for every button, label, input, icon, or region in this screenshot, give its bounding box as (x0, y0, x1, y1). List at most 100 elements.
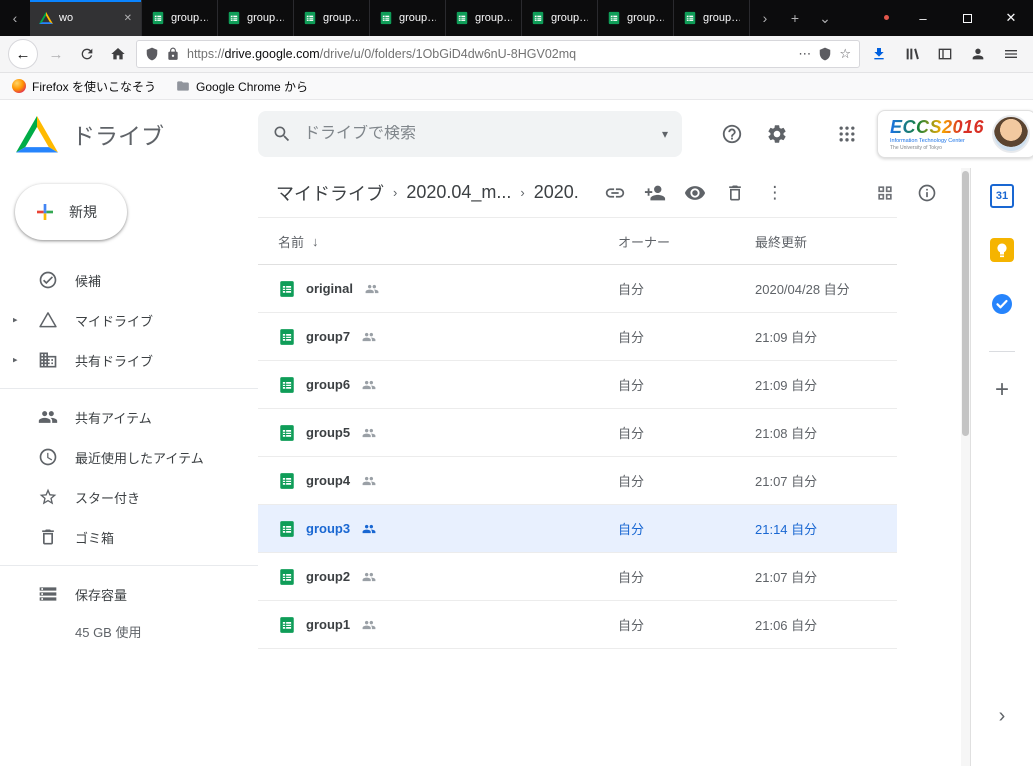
tab-group-spreadsheet[interactable]: group… (598, 0, 674, 36)
expand-panel-chevron-icon[interactable]: › (999, 705, 1006, 728)
tab-active-drive[interactable]: wo ✕ (30, 0, 142, 36)
file-list: 名前 ↓ オーナー 最終更新 original 自分 2020/04/28 自分 (258, 217, 897, 649)
sidebar-item-priority[interactable]: 候補 (0, 260, 258, 300)
tab-group-spreadsheet[interactable]: group… (522, 0, 598, 36)
breadcrumb-my-drive[interactable]: マイドライブ (276, 180, 384, 206)
companion-rail: 31 + › (970, 168, 1033, 766)
sidebar-item-starred[interactable]: スター付き (0, 477, 258, 517)
sidebar-item-trash[interactable]: ゴミ箱 (0, 517, 258, 557)
new-button[interactable]: 新規 (15, 184, 127, 240)
column-owner[interactable]: オーナー (618, 232, 755, 251)
expand-arrow-icon[interactable]: ▸ (13, 355, 18, 366)
column-modified[interactable]: 最終更新 (755, 232, 897, 251)
https-lock-icon[interactable] (166, 47, 180, 61)
bookmark-star-icon[interactable]: ☆ (839, 46, 851, 62)
sidebar-item-storage[interactable]: 保存容量 (0, 574, 258, 614)
file-row[interactable]: group6 自分 21:09 自分 (258, 361, 897, 409)
tab-group-spreadsheet[interactable]: group… (446, 0, 522, 36)
delete-trash-icon[interactable] (717, 175, 753, 211)
file-row[interactable]: group7 自分 21:09 自分 (258, 313, 897, 361)
settings-gear-icon[interactable] (757, 114, 797, 154)
sidebar-label: スター付き (75, 488, 140, 507)
account-badge[interactable]: ECCS2016 Information Technology Center T… (877, 110, 1033, 158)
file-name: group6 (306, 377, 350, 392)
sidebar-item-my-drive[interactable]: ▸ マイドライブ (0, 300, 258, 340)
forward-button[interactable]: → (43, 41, 69, 67)
tasks-icon[interactable] (989, 291, 1015, 317)
page-actions-dots-icon[interactable]: ⋯ (798, 46, 811, 62)
breadcrumb-current-folder[interactable]: 2020. (534, 182, 579, 203)
tab-group-spreadsheet[interactable]: group… (218, 0, 294, 36)
list-header-row: 名前 ↓ オーナー 最終更新 (258, 217, 897, 265)
home-button[interactable] (105, 41, 131, 67)
maximize-button[interactable] (945, 0, 989, 36)
drive-logo[interactable]: ドライブ (16, 116, 258, 153)
downloads-icon[interactable] (867, 41, 891, 67)
expand-arrow-icon[interactable]: ▸ (13, 315, 18, 326)
new-tab-button[interactable]: + (780, 0, 810, 36)
column-name[interactable]: 名前 (278, 232, 304, 251)
reload-button[interactable] (74, 41, 100, 67)
bookmark-chrome-folder[interactable]: Google Chrome から (176, 78, 308, 95)
file-row[interactable]: group5 自分 21:08 自分 (258, 409, 897, 457)
sidebar-item-recent[interactable]: 最近使用したアイテム (0, 437, 258, 477)
new-button-label: 新規 (69, 202, 97, 222)
hamburger-menu-icon[interactable] (999, 41, 1023, 67)
share-person-add-icon[interactable] (637, 175, 673, 211)
tab-title: group… (475, 12, 512, 24)
search-input[interactable] (304, 125, 650, 143)
keep-icon[interactable] (989, 237, 1015, 263)
window-controls: – ✕ (901, 0, 1033, 36)
tab-group-spreadsheet[interactable]: group… (370, 0, 446, 36)
tab-group-spreadsheet[interactable]: group… (674, 0, 750, 36)
grid-view-icon[interactable] (867, 175, 903, 211)
sheets-file-icon (278, 568, 296, 586)
file-row[interactable]: group4 自分 21:07 自分 (258, 457, 897, 505)
tab-group-spreadsheet[interactable]: group… (294, 0, 370, 36)
tab-scroll-left-button[interactable]: ‹ (0, 0, 30, 36)
sheets-file-icon (278, 376, 296, 394)
file-row[interactable]: group3 自分 21:14 自分 (258, 505, 897, 553)
sidebar-item-shared-with-me[interactable]: 共有アイテム (0, 397, 258, 437)
add-addon-plus-icon[interactable]: + (995, 378, 1009, 402)
more-actions-icon[interactable]: ⋮ (757, 175, 793, 211)
sidebar-toggle-icon[interactable] (933, 41, 957, 67)
search-bar[interactable]: ▾ (258, 111, 682, 157)
tab-close-icon[interactable]: ✕ (124, 13, 132, 24)
user-avatar[interactable] (992, 115, 1030, 153)
list-all-tabs-button[interactable]: ⌄ (810, 0, 840, 36)
get-link-icon[interactable] (597, 175, 633, 211)
breadcrumb-parent-folder[interactable]: 2020.04_m... (406, 182, 511, 203)
file-row[interactable]: original 自分 2020/04/28 自分 (258, 265, 897, 313)
account-icon[interactable] (966, 41, 990, 67)
file-row[interactable]: group2 自分 21:07 自分 (258, 553, 897, 601)
minimize-button[interactable]: – (901, 0, 945, 36)
google-apps-grid-icon[interactable] (827, 114, 867, 154)
tab-group-spreadsheet[interactable]: group… (142, 0, 218, 36)
bookmark-firefox[interactable]: Firefox を使いこなそう (12, 78, 156, 95)
calendar-icon[interactable]: 31 (989, 183, 1015, 209)
sort-descending-icon[interactable]: ↓ (312, 234, 319, 249)
tracking-protection-shield-icon[interactable] (145, 47, 159, 61)
sidebar-item-shared-drives[interactable]: ▸ 共有ドライブ (0, 340, 258, 380)
preview-eye-icon[interactable] (677, 175, 713, 211)
tab-title: group… (247, 12, 284, 24)
breadcrumb-separator-icon: › (393, 185, 397, 200)
file-row[interactable]: group1 自分 21:06 自分 (258, 601, 897, 649)
back-button[interactable]: ← (8, 39, 38, 69)
protection-badge-icon[interactable] (818, 47, 832, 61)
url-bar[interactable]: https://drive.google.com/drive/u/0/folde… (136, 40, 860, 68)
storage-used-text: 45 GB 使用 (0, 622, 258, 641)
close-button[interactable]: ✕ (989, 0, 1033, 36)
library-icon[interactable] (900, 41, 924, 67)
breadcrumb: マイドライブ › 2020.04_m... › 2020. (276, 180, 579, 206)
scrollbar-thumb[interactable] (962, 171, 969, 436)
tab-overflow-button[interactable]: › (750, 0, 780, 36)
sidebar-label: マイドライブ (75, 311, 153, 330)
tab-title: group… (399, 12, 436, 24)
sheets-file-icon (278, 328, 296, 346)
vertical-scrollbar[interactable] (961, 168, 970, 766)
search-options-caret-icon[interactable]: ▾ (662, 127, 668, 141)
details-info-icon[interactable] (909, 175, 945, 211)
help-icon[interactable] (712, 114, 752, 154)
